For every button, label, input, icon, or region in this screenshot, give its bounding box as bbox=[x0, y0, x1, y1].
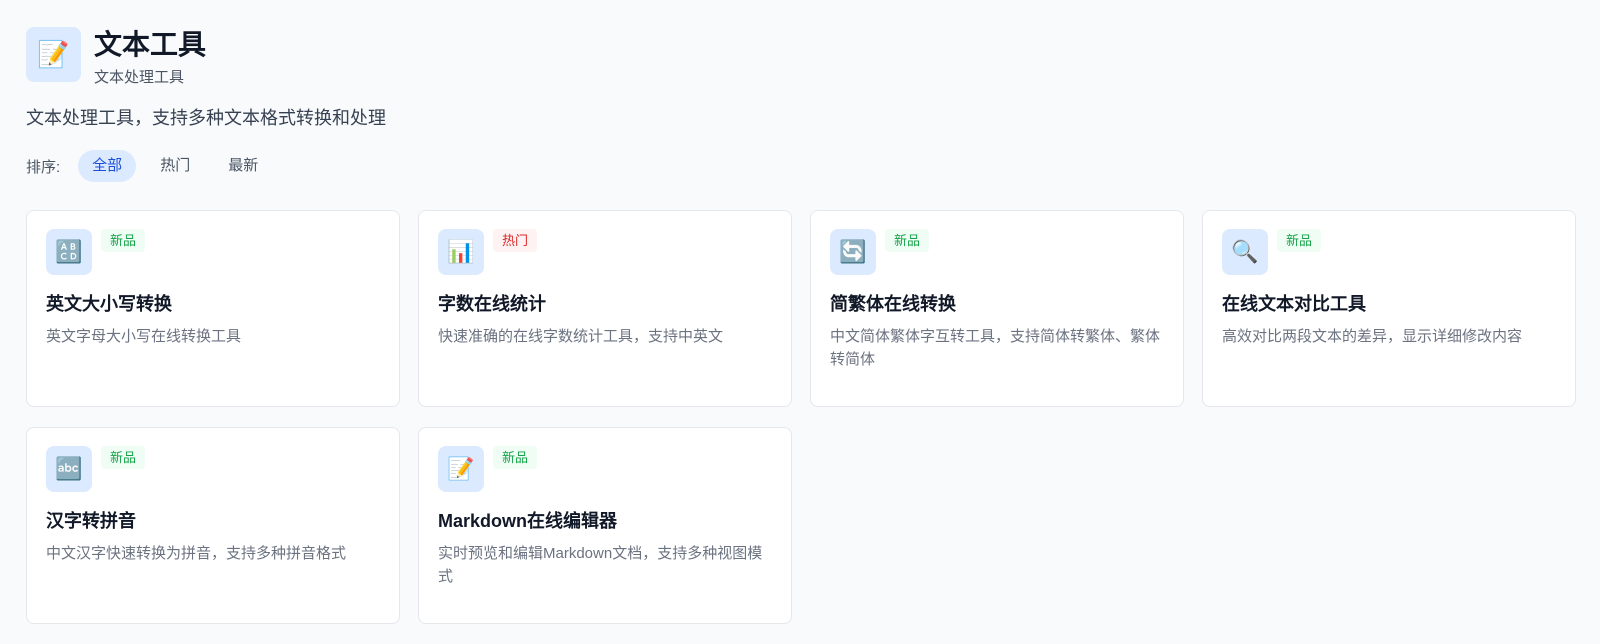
sort-bar: 排序: 全部 热门 最新 bbox=[26, 150, 282, 182]
page-subtitle: 文本处理工具 bbox=[94, 69, 185, 86]
tool-description: 中文汉字快速转换为拼音，支持多种拼音格式 bbox=[46, 545, 347, 562]
refresh-icon: 🔄 bbox=[830, 229, 876, 275]
tool-title: 汉字转拼音 bbox=[46, 511, 136, 531]
tool-card-case-converter[interactable]: 🔠 新品 英文大小写转换 英文字母大小写在线转换工具 bbox=[26, 210, 400, 407]
tool-title: Markdown在线编辑器 bbox=[438, 511, 618, 531]
tool-title: 简繁体在线转换 bbox=[830, 294, 956, 314]
abc-icon: 🔤 bbox=[46, 446, 92, 492]
tool-category-page: 📝 文本工具 文本处理工具 文本处理工具，支持多种文本格式转换和处理 排序: 全… bbox=[0, 0, 1600, 644]
category-description: 文本处理工具，支持多种文本格式转换和处理 bbox=[26, 108, 386, 128]
sort-option-all[interactable]: 全部 bbox=[78, 150, 137, 182]
tool-title: 英文大小写转换 bbox=[46, 294, 172, 314]
magnifier-icon: 🔍 bbox=[1222, 229, 1268, 275]
tool-card-text-diff[interactable]: 🔍 新品 在线文本对比工具 高效对比两段文本的差异，显示详细修改内容 bbox=[1202, 210, 1576, 407]
page-title: 文本工具 bbox=[94, 29, 207, 60]
tool-card-word-count[interactable]: 📊 热门 字数在线统计 快速准确的在线字数统计工具，支持中英文 bbox=[418, 210, 792, 407]
tool-card-simplified-traditional[interactable]: 🔄 新品 简繁体在线转换 中文简体繁体字互转工具，支持简体转繁体、繁体转简体 bbox=[810, 210, 1184, 407]
tool-description: 高效对比两段文本的差异，显示详细修改内容 bbox=[1222, 328, 1523, 345]
tool-description: 英文字母大小写在线转换工具 bbox=[46, 328, 242, 345]
memo-icon: 📝 bbox=[26, 27, 81, 82]
hot-badge: 热门 bbox=[493, 229, 538, 252]
new-badge: 新品 bbox=[493, 446, 538, 469]
tool-card-markdown-editor[interactable]: 📝 新品 Markdown在线编辑器 实时预览和编辑Markdown文档，支持多… bbox=[418, 427, 792, 624]
header-text: 文本工具 文本处理工具 bbox=[94, 25, 206, 88]
bar-chart-icon: 📊 bbox=[438, 229, 484, 275]
new-badge: 新品 bbox=[101, 446, 146, 469]
tool-card-pinyin[interactable]: 🔤 新品 汉字转拼音 中文汉字快速转换为拼音，支持多种拼音格式 bbox=[26, 427, 400, 624]
sort-label: 排序: bbox=[26, 158, 61, 176]
page-header: 📝 文本工具 文本处理工具 bbox=[26, 27, 206, 88]
tool-description: 实时预览和编辑Markdown文档，支持多种视图模式 bbox=[438, 545, 763, 585]
tool-title: 在线文本对比工具 bbox=[1222, 294, 1366, 314]
tool-description: 中文简体繁体字互转工具，支持简体转繁体、繁体转简体 bbox=[830, 328, 1161, 368]
tool-title: 字数在线统计 bbox=[438, 294, 546, 314]
abcd-icon: 🔠 bbox=[46, 229, 92, 275]
new-badge: 新品 bbox=[101, 229, 146, 252]
tool-description: 快速准确的在线字数统计工具，支持中英文 bbox=[438, 328, 724, 345]
sort-option-popular[interactable]: 热门 bbox=[146, 150, 204, 182]
new-badge: 新品 bbox=[1277, 229, 1322, 252]
memo-icon: 📝 bbox=[438, 446, 484, 492]
new-badge: 新品 bbox=[885, 229, 930, 252]
tool-grid: 🔠 新品 英文大小写转换 英文字母大小写在线转换工具 📊 热门 字数在线统计 快… bbox=[26, 210, 1576, 624]
sort-option-latest[interactable]: 最新 bbox=[214, 150, 272, 182]
